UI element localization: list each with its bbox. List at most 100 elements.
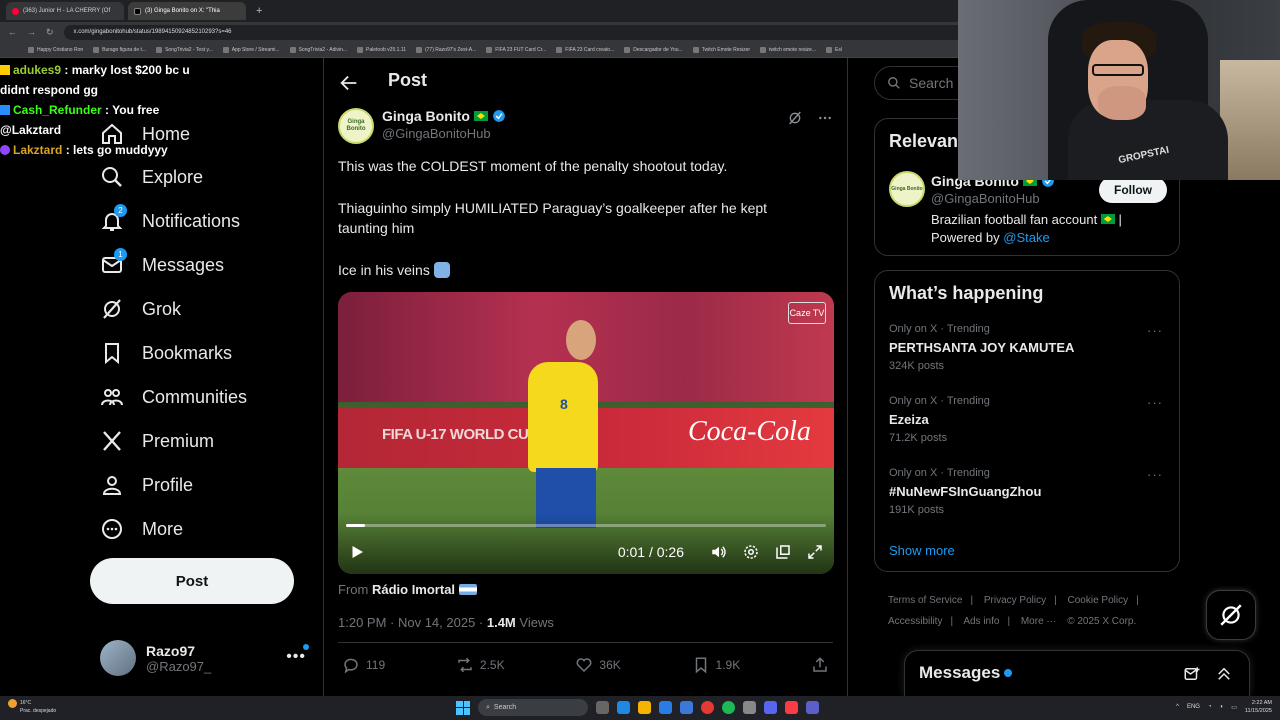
- store-icon[interactable]: [659, 701, 672, 714]
- bookmark-item[interactable]: Happy Cristiano Ron: [28, 46, 83, 53]
- chevron-up-icon[interactable]: ^: [1176, 704, 1179, 710]
- sidebar-item-grok[interactable]: Grok: [100, 295, 181, 323]
- reload-icon[interactable]: ↻: [46, 27, 54, 38]
- more-icon[interactable]: [817, 110, 833, 126]
- new-message-icon[interactable]: [1183, 665, 1201, 683]
- taskbar-search[interactable]: ⌕ Search: [478, 699, 588, 716]
- bookmark-item[interactable]: Descargador de You...: [624, 46, 683, 53]
- bookmark-favicon-icon: [624, 46, 631, 53]
- footer-link[interactable]: Accessibility: [888, 616, 942, 627]
- grok-icon[interactable]: [787, 110, 803, 126]
- author-name[interactable]: Ginga Bonito: [382, 108, 470, 124]
- forward-nav-icon[interactable]: →: [27, 27, 36, 37]
- volume-icon[interactable]: ◖: [1220, 704, 1224, 710]
- edge-icon[interactable]: [617, 701, 630, 714]
- discord-icon[interactable]: [764, 701, 777, 714]
- avatar[interactable]: Ginga Bonito: [338, 108, 374, 144]
- bookmark-label: twitch emote resize...: [769, 46, 817, 53]
- back-nav-icon[interactable]: ←: [8, 27, 17, 37]
- volume-icon[interactable]: [710, 543, 728, 561]
- windows-start-icon[interactable]: [456, 700, 470, 715]
- post-button[interactable]: Post: [90, 558, 294, 604]
- bookmark-item[interactable]: Burago figura de t...: [93, 46, 146, 53]
- weather-widget[interactable]: 16°C Prac. despejado: [8, 699, 56, 715]
- settings-gear-icon[interactable]: [742, 543, 760, 561]
- picture-in-picture-icon[interactable]: [774, 543, 792, 561]
- sidebar-item-more[interactable]: More: [100, 515, 183, 543]
- bookmark-item[interactable]: twitch emote resize...: [760, 46, 817, 53]
- language-indicator[interactable]: ENG: [1187, 704, 1200, 710]
- footer-link[interactable]: Cookie Policy: [1068, 595, 1129, 606]
- sidebar-item-messages[interactable]: 1 Messages: [100, 248, 224, 279]
- footer-link[interactable]: Terms of Service: [888, 595, 962, 606]
- sidebar-item-communities[interactable]: Communities: [100, 383, 247, 411]
- mail-icon[interactable]: [680, 701, 693, 714]
- avatar[interactable]: Ginga Bonito: [889, 171, 925, 207]
- repost-button[interactable]: 2.5K: [456, 656, 505, 674]
- bookmark-item[interactable]: (77) Razo97's Zest-A...: [415, 46, 476, 53]
- sidebar-item-profile[interactable]: Profile: [100, 471, 193, 499]
- url-field[interactable]: x.com/gingabonitohub/status/198941509248…: [63, 24, 964, 40]
- footer-link[interactable]: Ads info: [963, 616, 999, 627]
- more-icon[interactable]: ···: [1147, 395, 1163, 410]
- more-icon[interactable]: ···: [1147, 467, 1163, 482]
- bookmark-item[interactable]: Twitch Emote Resizer: [692, 46, 750, 53]
- trend-item[interactable]: Only on X · Trending #NuNewFSInGuangZhou…: [889, 467, 1169, 516]
- app-icon[interactable]: [743, 701, 756, 714]
- like-button[interactable]: 36K: [575, 656, 621, 674]
- bookmark-item[interactable]: Esl: [826, 46, 842, 53]
- sidebar-item-bookmarks[interactable]: Bookmarks: [100, 339, 232, 367]
- author-handle[interactable]: @GingaBonitoHub: [382, 126, 506, 141]
- trend-item[interactable]: Only on X · Trending Ezeiza 71.2K posts …: [889, 395, 1169, 444]
- bookmark-item[interactable]: SongTrivia2 - Test y...: [156, 46, 213, 53]
- badge-icon: [0, 145, 10, 155]
- play-icon[interactable]: [348, 543, 366, 561]
- chrome-icon[interactable]: [701, 701, 714, 714]
- relevant-handle[interactable]: @GingaBonitoHub: [931, 191, 1040, 206]
- new-tab-button[interactable]: +: [250, 5, 268, 17]
- clock[interactable]: 2:22 AM 11/15/2025: [1245, 699, 1272, 715]
- wifi-icon[interactable]: ◔: [1208, 704, 1212, 710]
- bookmark-item[interactable]: FIFA 23 FUT Card Cr...: [486, 46, 546, 53]
- sidebar-item-notifications[interactable]: 2 Notifications: [100, 204, 240, 235]
- video-progress-bar[interactable]: [346, 524, 826, 527]
- reply-button[interactable]: 119: [342, 656, 385, 674]
- fullscreen-icon[interactable]: [806, 543, 824, 561]
- battery-icon[interactable]: ▭: [1231, 704, 1237, 711]
- trend-item[interactable]: Only on X · Trending PERTHSANTA JOY KAMU…: [889, 323, 1169, 372]
- teams-icon[interactable]: [806, 701, 819, 714]
- sidebar-item-premium[interactable]: Premium: [100, 427, 214, 455]
- footer-link[interactable]: More ···: [1021, 616, 1057, 627]
- sidebar-item-explore[interactable]: Explore: [100, 163, 203, 191]
- from-source-link[interactable]: Rádio Imortal: [372, 582, 455, 597]
- footer-link[interactable]: Privacy Policy: [984, 595, 1046, 606]
- video-player[interactable]: FIFA U-17 WORLD CUP Q Coca-Cola 8 Caze T…: [338, 292, 834, 574]
- bookmark-item[interactable]: Paletoob v25.1.11: [357, 46, 406, 53]
- avatar: [100, 640, 136, 676]
- bookmark-button[interactable]: 1.9K: [692, 656, 740, 674]
- chevrons-up-icon[interactable]: [1215, 665, 1233, 683]
- bookmark-item[interactable]: SongTrivia2 - Adivin...: [289, 46, 348, 53]
- follow-button[interactable]: Follow: [1099, 177, 1167, 203]
- post-author[interactable]: Ginga Bonito Ginga Bonito @GingaBonitoHu…: [338, 108, 506, 144]
- music-icon[interactable]: [785, 701, 798, 714]
- grok-floating-button[interactable]: [1206, 590, 1256, 640]
- file-explorer-icon[interactable]: [638, 701, 651, 714]
- back-arrow-icon[interactable]: [338, 72, 360, 94]
- bookmark-item[interactable]: FIFA 23 Card creato...: [556, 46, 614, 53]
- account-switcher[interactable]: Razo97 @Razo97_ •••: [100, 640, 312, 676]
- task-view-icon[interactable]: [596, 701, 609, 714]
- stake-link[interactable]: @Stake: [1003, 230, 1049, 245]
- bookmark-label: SongTrivia2 - Adivin...: [298, 46, 348, 53]
- more-icon[interactable]: •••: [286, 648, 306, 666]
- more-icon[interactable]: ···: [1147, 323, 1163, 338]
- browser-tab-youtube[interactable]: (363) Junior H - LA CHERRY (Of: [6, 2, 124, 20]
- show-more-link[interactable]: Show more: [889, 543, 955, 558]
- stream-chat-overlay: adukes9 : marky lost $200 bc u didnt res…: [0, 60, 200, 160]
- browser-tab-x[interactable]: (3) Ginga Bonito on X: "Thia: [128, 2, 246, 20]
- messages-drawer[interactable]: Messages: [904, 650, 1250, 696]
- bookmark-item[interactable]: App Store / Streami...: [222, 46, 280, 53]
- share-button[interactable]: [811, 656, 829, 674]
- post-time[interactable]: 1:20 PM · Nov 14, 2025 ·: [338, 615, 487, 630]
- spotify-icon[interactable]: [722, 701, 735, 714]
